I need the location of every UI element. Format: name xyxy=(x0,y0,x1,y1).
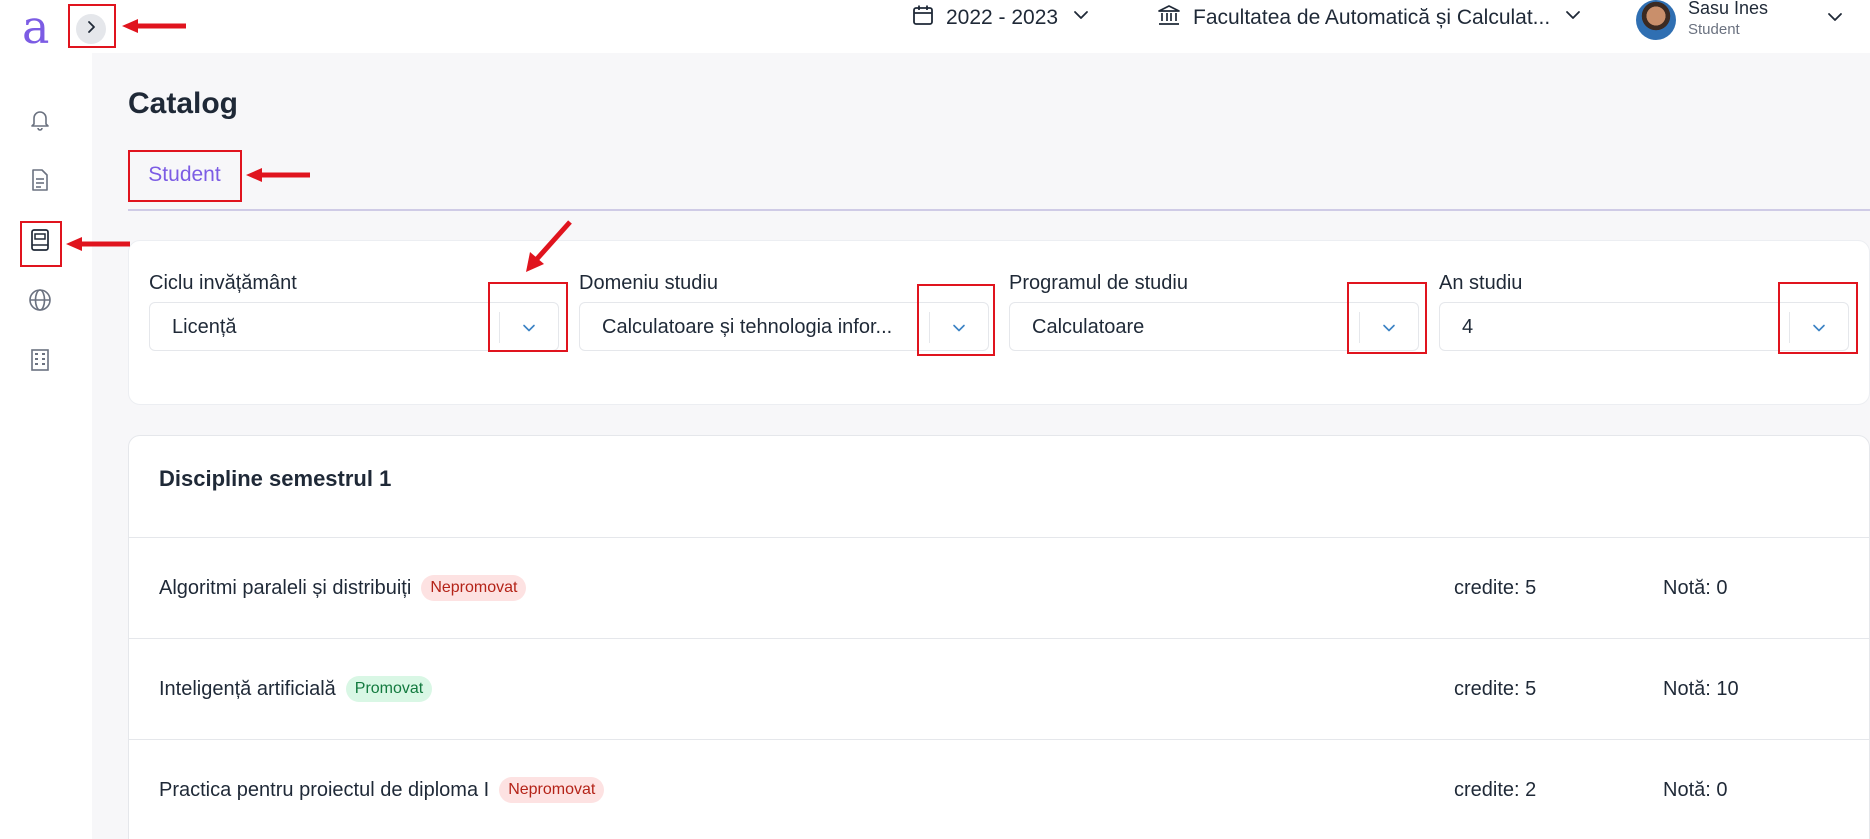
annotation-box-tab xyxy=(128,150,242,202)
user-menu[interactable]: Sasu Ines Student xyxy=(1636,0,1856,40)
course-name: Inteligență artificială xyxy=(159,677,336,700)
semester-title: Discipline semestrul 1 xyxy=(159,466,392,491)
academic-year-selector[interactable]: 2022 - 2023 xyxy=(912,0,1090,36)
institution-icon xyxy=(1157,4,1181,32)
select-value: Calculatoare xyxy=(1032,316,1145,338)
annotation-box-select-4 xyxy=(1778,282,1858,354)
course-cell: Practica pentru proiectul de diploma I N… xyxy=(159,740,605,839)
course-name: Algoritmi paraleli și distribuiți xyxy=(159,576,412,599)
annotation-box-select-3 xyxy=(1347,282,1427,354)
main-content: Catalog Student Ciclu invățământ Licență… xyxy=(92,53,1870,839)
course-credits: credite: 2 xyxy=(1454,779,1537,801)
chevron-down-icon xyxy=(1826,8,1844,31)
course-grade: Notă: 0 xyxy=(1663,779,1728,801)
avatar xyxy=(1636,0,1676,40)
annotation-box-select-1 xyxy=(488,282,568,352)
status-badge: Promovat xyxy=(345,676,433,702)
annotation-box-expand xyxy=(68,4,116,48)
select-value: 4 xyxy=(1462,316,1474,338)
filters-panel: Ciclu invățământ Licență Domeniu studiu … xyxy=(128,240,1870,405)
chevron-down-icon xyxy=(1564,6,1582,30)
user-name: Sasu Ines xyxy=(1688,0,1769,18)
annotation-arrow-tab xyxy=(246,168,310,182)
building-icon xyxy=(28,348,52,377)
status-badge: Nepromovat xyxy=(421,575,527,601)
app-logo[interactable]: a xyxy=(22,2,49,52)
annotation-arrow-expand xyxy=(122,19,186,33)
course-cell: Algoritmi paraleli și distribuiți Neprom… xyxy=(159,538,527,638)
bell-icon xyxy=(28,108,52,137)
academic-year-label: 2022 - 2023 xyxy=(946,6,1059,29)
tab-bar: Student xyxy=(128,149,1870,211)
faculty-label: Facultatea de Automatică și Calculat... xyxy=(1193,6,1551,29)
course-credits: credite: 5 xyxy=(1454,678,1537,700)
annotation-arrow-select xyxy=(526,220,572,272)
chevron-down-icon xyxy=(1072,6,1090,30)
sidebar-item-accommodation[interactable] xyxy=(26,348,54,376)
sidebar-item-notifications[interactable] xyxy=(26,108,54,136)
sidebar-item-international[interactable] xyxy=(26,288,54,316)
table-row[interactable]: Practica pentru proiectul de diploma I N… xyxy=(129,739,1869,839)
top-bar: a 2022 - 2023 Facultatea de Automatică ș… xyxy=(0,0,1870,53)
select-value: Calculatoare și tehnologia infor... xyxy=(602,316,893,338)
semester-card: Discipline semestrul 1 Algoritmi paralel… xyxy=(128,435,1870,839)
annotation-box-catalog xyxy=(20,221,62,267)
annotation-arrow-catalog xyxy=(66,237,130,251)
document-icon xyxy=(28,168,52,197)
faculty-selector[interactable]: Facultatea de Automatică și Calculat... xyxy=(1157,0,1582,36)
course-grade: Notă: 0 xyxy=(1663,577,1728,599)
calendar-icon xyxy=(912,4,934,32)
sidebar-item-documents[interactable] xyxy=(26,168,54,196)
sidebar xyxy=(0,53,92,839)
course-name: Practica pentru proiectul de diploma I xyxy=(159,778,490,801)
course-grade: Notă: 10 xyxy=(1663,678,1739,700)
course-cell: Inteligență artificială Promovat xyxy=(159,639,433,739)
table-row[interactable]: Inteligență artificială Promovat credite… xyxy=(129,638,1869,739)
annotation-box-select-2 xyxy=(917,284,995,356)
select-value: Licență xyxy=(172,316,237,338)
globe-icon xyxy=(28,288,52,317)
status-badge: Nepromovat xyxy=(499,777,605,803)
page-title: Catalog xyxy=(128,87,239,120)
user-role: Student xyxy=(1688,21,1740,38)
table-row[interactable]: Algoritmi paraleli și distribuiți Neprom… xyxy=(129,537,1869,638)
course-credits: credite: 5 xyxy=(1454,577,1537,599)
